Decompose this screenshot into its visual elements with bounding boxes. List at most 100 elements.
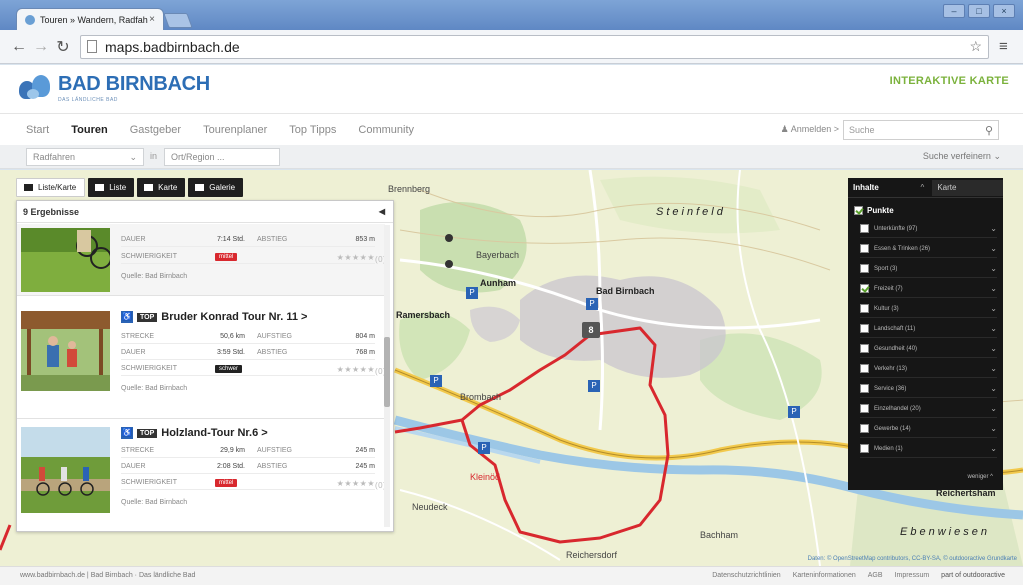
- result-card[interactable]: ♿ TOP Bruder Konrad Tour Nr. 11 > STRECK…: [17, 299, 386, 419]
- category-checkbox[interactable]: [860, 284, 869, 293]
- category-item[interactable]: Gewerbe (14) ⌄: [860, 420, 997, 438]
- results-scrollbar[interactable]: [384, 225, 390, 527]
- poi-marker-icon[interactable]: P: [588, 380, 600, 392]
- view-list-map-button[interactable]: Liste/Karte: [16, 178, 86, 197]
- poi-marker-icon[interactable]: P: [430, 375, 442, 387]
- category-item[interactable]: Freizeit (7) ⌄: [860, 280, 997, 298]
- category-item[interactable]: Landschaft (11) ⌄: [860, 320, 997, 338]
- show-less-link[interactable]: weniger ^: [968, 474, 994, 480]
- bookmark-star-icon[interactable]: ☆: [969, 38, 982, 55]
- back-arrow-icon[interactable]: ←: [8, 38, 30, 56]
- map-point-icon[interactable]: [445, 260, 453, 268]
- scrollbar-thumb[interactable]: [384, 337, 390, 407]
- nav-item-gastgeber[interactable]: Gastgeber: [130, 124, 181, 136]
- chevron-down-icon[interactable]: ⌄: [990, 384, 997, 393]
- footer-link-outdooractive[interactable]: part of outdooractive: [941, 572, 1005, 579]
- rating-stars[interactable]: ★★★★★ (0): [337, 253, 386, 264]
- category-item[interactable]: Kultur (3) ⌄: [860, 300, 997, 318]
- chevron-up-icon[interactable]: ^: [921, 183, 929, 192]
- tab-close-icon[interactable]: ×: [149, 14, 155, 25]
- refine-search-link[interactable]: Suche verfeinern ⌄: [923, 151, 1001, 162]
- category-item[interactable]: Unterkünfte (97) ⌄: [860, 220, 997, 238]
- parking-marker-icon[interactable]: P: [586, 298, 598, 310]
- tour-thumbnail[interactable]: [21, 311, 110, 391]
- chevron-down-icon[interactable]: ⌄: [990, 284, 997, 293]
- map-point-icon[interactable]: [445, 234, 453, 242]
- rating-stars[interactable]: ★★★★★ (0): [337, 365, 386, 376]
- category-checkbox[interactable]: [860, 224, 869, 233]
- category-item[interactable]: Gesundheit (40) ⌄: [860, 340, 997, 358]
- tour-thumbnail[interactable]: [21, 228, 110, 292]
- stat-key: DAUER: [121, 349, 146, 356]
- maximize-button[interactable]: □: [968, 4, 990, 18]
- category-checkbox[interactable]: [860, 424, 869, 433]
- chevron-down-icon[interactable]: ⌄: [990, 444, 997, 453]
- login-link[interactable]: ♟ Anmelden >: [781, 124, 839, 135]
- site-logo[interactable]: BAD BIRNBACH DAS LÄNDLICHE BAD: [16, 71, 210, 105]
- footer-link-mapinfo[interactable]: Karteninformationen: [793, 572, 856, 579]
- chevron-down-icon[interactable]: ⌄: [990, 424, 997, 433]
- map-type-select[interactable]: Karte: [932, 179, 1003, 196]
- category-checkbox[interactable]: [860, 304, 869, 313]
- cluster-marker-icon[interactable]: 8: [582, 322, 600, 338]
- category-checkbox[interactable]: [860, 384, 869, 393]
- address-bar[interactable]: maps.badbirnbach.de ☆: [80, 34, 989, 59]
- result-card[interactable]: DAUER 7:14 Std. ABSTIEG 853 m SCHWIERIGK…: [17, 224, 386, 296]
- rating-stars[interactable]: ★★★★★ (0): [337, 479, 386, 490]
- category-item[interactable]: Essen & Trinken (26) ⌄: [860, 240, 997, 258]
- nav-item-top-tipps[interactable]: Top Tipps: [289, 124, 336, 136]
- category-checkbox[interactable]: [860, 264, 869, 273]
- collapse-panel-icon[interactable]: ◀: [379, 207, 385, 216]
- nav-item-start[interactable]: Start: [26, 124, 49, 136]
- chevron-down-icon[interactable]: ⌄: [990, 244, 997, 253]
- view-list-button[interactable]: Liste: [88, 178, 135, 197]
- chevron-down-icon[interactable]: ⌄: [990, 324, 997, 333]
- category-item[interactable]: Service (36) ⌄: [860, 380, 997, 398]
- tour-thumbnail[interactable]: [21, 427, 110, 513]
- poi-marker-icon[interactable]: P: [466, 287, 478, 299]
- category-checkbox[interactable]: [860, 344, 869, 353]
- view-map-button[interactable]: Karte: [137, 178, 186, 197]
- category-checkbox[interactable]: [860, 364, 869, 373]
- nav-item-community[interactable]: Community: [358, 124, 414, 136]
- points-checkbox[interactable]: [854, 206, 863, 215]
- footer-link-privacy[interactable]: Datenschutzrichtlinien: [712, 572, 780, 579]
- footer-link-imprint[interactable]: Impressum: [895, 572, 930, 579]
- chevron-down-icon[interactable]: ⌄: [990, 404, 997, 413]
- activity-select[interactable]: Radfahren ⌄: [26, 148, 144, 166]
- browser-tab[interactable]: Touren » Wandern, Radfah ×: [16, 8, 164, 30]
- chevron-down-icon[interactable]: ⌄: [990, 364, 997, 373]
- minimize-button[interactable]: –: [943, 4, 965, 18]
- reload-icon[interactable]: ↻: [52, 37, 74, 57]
- category-checkbox[interactable]: [860, 404, 869, 413]
- close-window-button[interactable]: ×: [993, 4, 1015, 18]
- tour-title[interactable]: ♿ TOP Bruder Konrad Tour Nr. 11 >: [121, 311, 307, 323]
- map-attribution[interactable]: Daten: © OpenStreetMap contributors, CC-…: [808, 556, 1017, 562]
- view-gallery-button[interactable]: Galerie: [188, 178, 244, 197]
- search-input[interactable]: Suche ⚲: [843, 120, 999, 140]
- poi-marker-icon[interactable]: P: [788, 406, 800, 418]
- chevron-down-icon[interactable]: ⌄: [990, 264, 997, 273]
- chevron-down-icon[interactable]: ⌄: [990, 224, 997, 233]
- tour-title[interactable]: ♿ TOP Holzland-Tour Nr.6 >: [121, 427, 268, 439]
- browser-menu-icon[interactable]: ≡: [999, 38, 1015, 55]
- result-card[interactable]: ♿ TOP Holzland-Tour Nr.6 > STRECKE 29,9 …: [17, 421, 386, 531]
- search-icon[interactable]: ⚲: [985, 124, 993, 137]
- category-item[interactable]: Sport (3) ⌄: [860, 260, 997, 278]
- chevron-down-icon[interactable]: ⌄: [990, 304, 997, 313]
- nav-item-tourenplaner[interactable]: Tourenplaner: [203, 124, 267, 136]
- category-item[interactable]: Verkehr (13) ⌄: [860, 360, 997, 378]
- category-item[interactable]: Medien (1) ⌄: [860, 440, 997, 458]
- forward-arrow-icon[interactable]: →: [30, 38, 52, 56]
- category-checkbox[interactable]: [860, 324, 869, 333]
- region-input[interactable]: Ort/Region ...: [164, 148, 280, 166]
- points-toggle[interactable]: Punkte: [854, 206, 894, 215]
- category-item[interactable]: Einzelhandel (20) ⌄: [860, 400, 997, 418]
- category-checkbox[interactable]: [860, 244, 869, 253]
- nav-item-touren[interactable]: Touren: [71, 124, 107, 136]
- footer-link-agb[interactable]: AGB: [868, 572, 883, 579]
- new-tab-button[interactable]: [163, 13, 193, 28]
- poi-marker-icon[interactable]: P: [478, 442, 490, 454]
- chevron-down-icon[interactable]: ⌄: [990, 344, 997, 353]
- category-checkbox[interactable]: [860, 444, 869, 453]
